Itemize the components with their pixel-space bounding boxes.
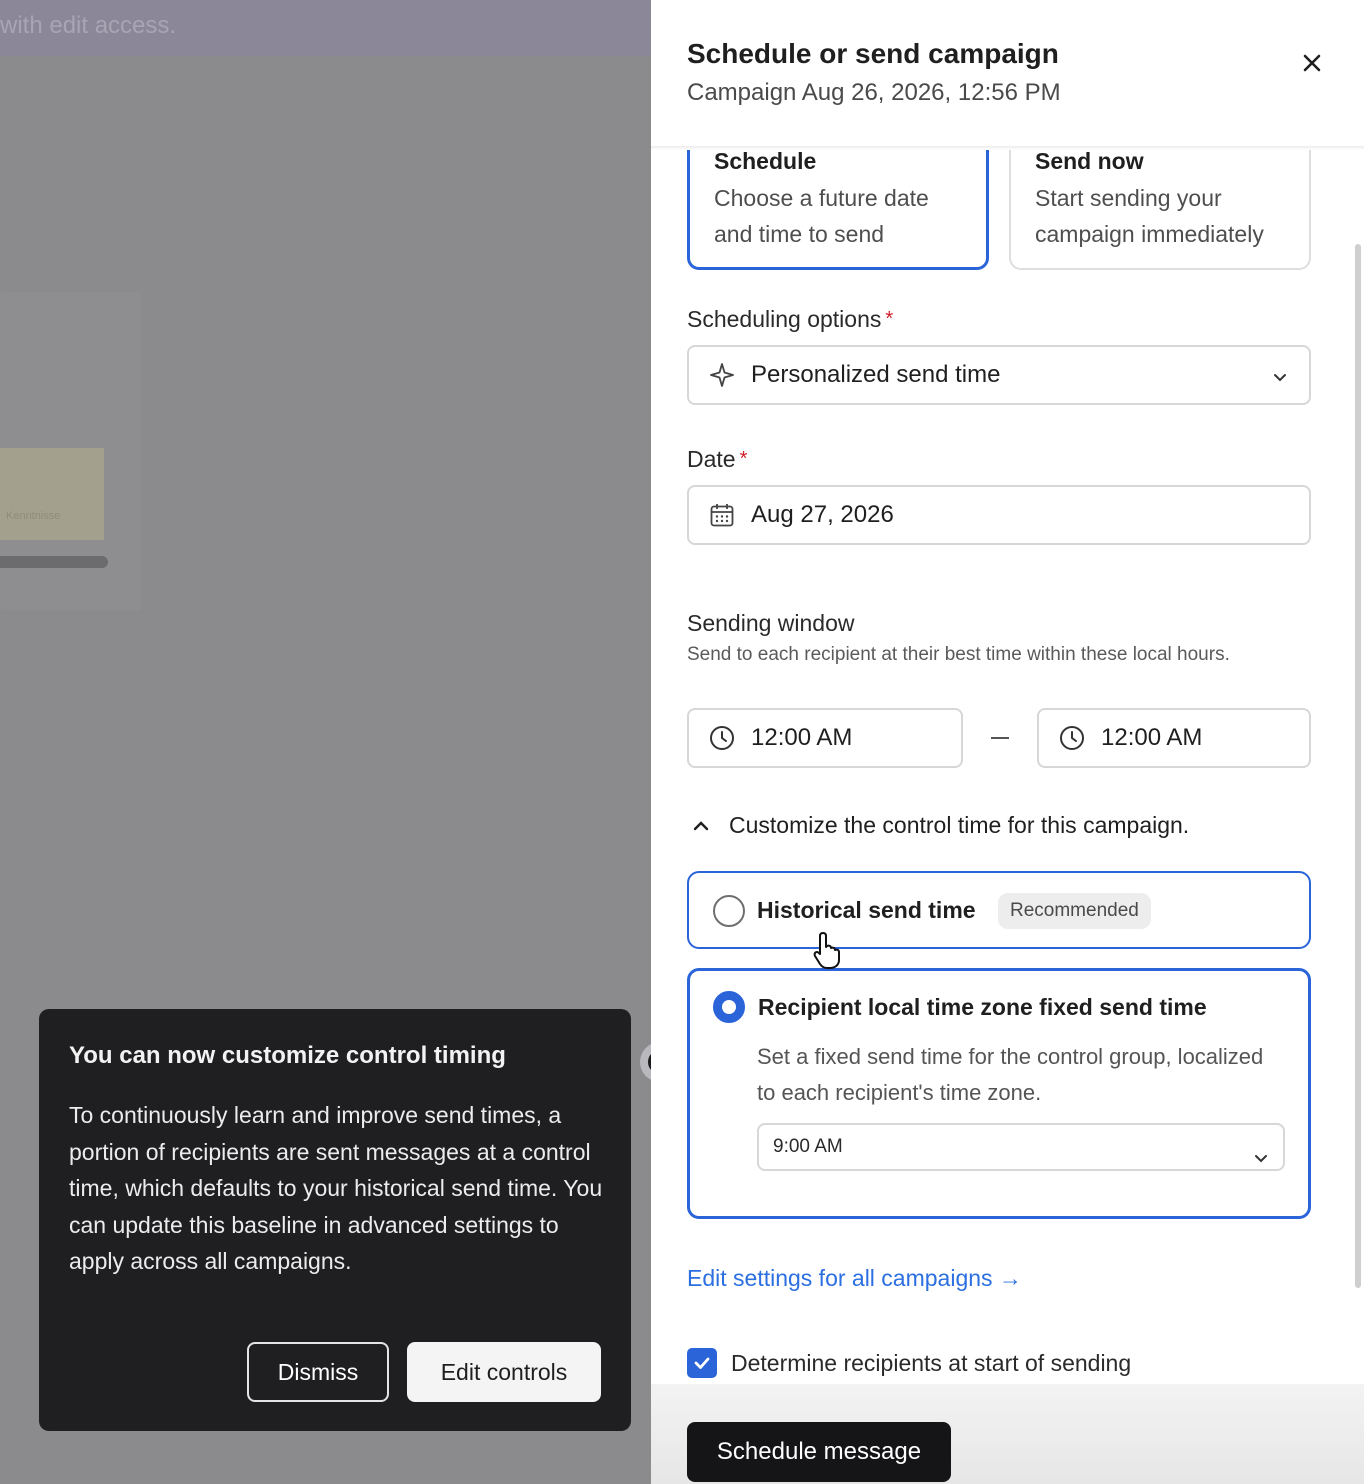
send-now-option-card[interactable]: Send now Start sending your campaign imm… [1009, 136, 1311, 270]
tour-actions: Dismiss Edit controls [247, 1342, 601, 1402]
scheduling-options-label: Scheduling options * [687, 304, 893, 334]
sending-window-label: Sending window [687, 610, 855, 636]
close-button[interactable] [1297, 48, 1327, 78]
tour-popover: You can now customize control timing To … [39, 1009, 631, 1431]
edit-settings-link[interactable]: Edit settings for all campaigns → [687, 1262, 1022, 1294]
radio-button-selected[interactable] [713, 991, 745, 1023]
schedule-option-title: Schedule [714, 148, 817, 174]
window-end-time-value: 12:00 AM [1101, 724, 1203, 751]
scheduling-options-value: Personalized send time [751, 361, 1001, 388]
date-value: Aug 27, 2026 [751, 501, 894, 528]
send-now-option-title: Send now [1035, 148, 1144, 174]
send-now-option-description: Start sending your campaign immediately [1035, 180, 1309, 252]
window-start-time-value: 12:00 AM [751, 724, 853, 751]
required-mark: * [885, 308, 894, 330]
window-end-time-input[interactable]: 12:00 AM [1037, 708, 1311, 768]
schedule-message-button[interactable]: Schedule message [687, 1422, 951, 1482]
determine-recipients-checkbox[interactable] [687, 1348, 717, 1378]
chevron-up-icon [691, 816, 711, 836]
customize-control-toggle[interactable]: Customize the control time for this camp… [691, 812, 1189, 839]
scheduling-options-select[interactable]: Personalized send time [687, 345, 1311, 405]
hand-cursor-icon [812, 930, 846, 975]
time-range-separator [991, 737, 1009, 739]
dismiss-button[interactable]: Dismiss [247, 1342, 389, 1402]
chevron-down-icon [1271, 365, 1289, 393]
window-start-time-input[interactable]: 12:00 AM [687, 708, 963, 768]
drawer-scrollbar[interactable] [1355, 244, 1361, 1288]
send-now-option-description-line: campaign immediately [1035, 221, 1264, 247]
fixed-send-time-description: Set a fixed send time for the control gr… [757, 1044, 1264, 1105]
tour-title: You can now customize control timing [69, 1042, 506, 1069]
send-now-option-description-line: Start sending your [1035, 185, 1222, 211]
date-label: Date * [687, 444, 747, 474]
schedule-option-description-line: and time to send [714, 221, 885, 247]
header-divider [651, 146, 1364, 150]
clock-icon [1059, 725, 1085, 751]
control-time-select[interactable]: 9:00 AM [757, 1123, 1285, 1171]
schedule-drawer: Schedule Choose a future date and time t… [651, 0, 1364, 1484]
determine-recipients-row[interactable]: Determine recipients at start of sending [687, 1348, 1131, 1378]
clock-icon [709, 725, 735, 751]
date-input[interactable]: Aug 27, 2026 [687, 485, 1311, 545]
backdrop-bar [0, 556, 108, 568]
drawer-subtitle: Campaign Aug 26, 2026, 12:56 PM [687, 79, 1061, 106]
historical-send-time-label: Historical send time [757, 897, 976, 923]
sending-window-help: Send to each recipient at their best tim… [687, 644, 1230, 665]
fixed-send-time-option[interactable]: Recipient local time zone fixed send tim… [687, 968, 1311, 1219]
scheduling-options-label-text: Scheduling options [687, 306, 882, 332]
recommended-badge: Recommended [998, 893, 1151, 929]
required-mark: * [739, 448, 748, 470]
backdrop-thumbnail: Kenntnisse [0, 448, 104, 540]
fixed-send-time-label: Recipient local time zone fixed send tim… [758, 994, 1207, 1020]
schedule-option-description-line: Choose a future date [714, 185, 929, 211]
customize-control-label: Customize the control time for this camp… [729, 812, 1190, 838]
drawer-header: Schedule or send campaign Campaign Aug 2… [651, 0, 1364, 148]
close-icon [1303, 54, 1321, 72]
calendar-icon [709, 502, 735, 528]
chevron-down-icon [1253, 1139, 1269, 1183]
radio-button[interactable] [713, 895, 745, 927]
schedule-option-description: Choose a future date and time to send [714, 180, 986, 252]
backdrop-thumbnail-text: Kenntnisse [6, 510, 61, 522]
edit-controls-button[interactable]: Edit controls [407, 1342, 601, 1402]
check-icon [694, 1357, 710, 1369]
backdrop-banner: with edit access. [0, 0, 651, 56]
historical-send-time-option[interactable]: Historical send time Recommended [687, 871, 1311, 949]
determine-recipients-label: Determine recipients at start of sending [731, 1349, 1132, 1376]
schedule-option-card[interactable]: Schedule Choose a future date and time t… [687, 136, 989, 270]
date-label-text: Date [687, 446, 736, 472]
sparkle-icon [709, 362, 735, 388]
drawer-title: Schedule or send campaign [687, 38, 1059, 69]
tour-body: To continuously learn and improve send t… [69, 1102, 603, 1274]
control-time-value: 9:00 AM [773, 1136, 843, 1157]
